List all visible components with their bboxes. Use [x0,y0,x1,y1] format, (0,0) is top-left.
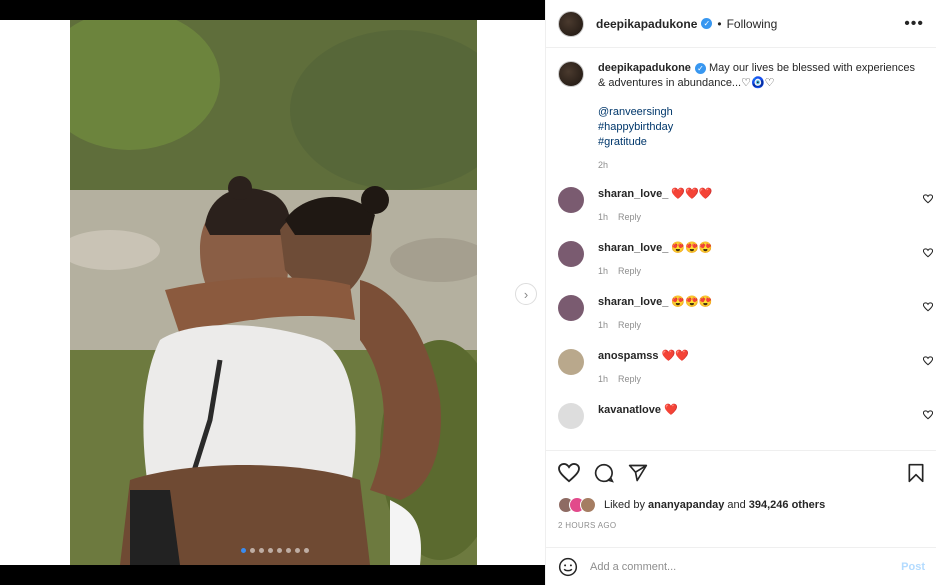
reply-button[interactable]: Reply [618,212,641,222]
comment-like-heart-icon[interactable] [923,356,933,366]
emoji-icon[interactable] [558,557,578,577]
comment-icon[interactable] [594,463,614,483]
post-photo[interactable] [70,20,477,565]
comment-meta: 1h Reply [598,264,712,279]
carousel-dot [277,548,282,553]
likes-count[interactable]: 394,246 others [749,499,825,511]
commenter-username[interactable]: sharan_love_ [598,188,668,200]
comment-body: sharan_love_ 😍😍😍 1h Reply [598,241,712,279]
comment-row: sharan_love_ ❤️❤️❤️ 1h Reply [546,187,936,225]
share-icon[interactable] [628,463,648,483]
reply-button[interactable]: Reply [618,266,641,276]
comment-like-heart-icon[interactable] [923,410,933,420]
caption-avatar[interactable] [558,61,584,87]
mention-link[interactable]: @ranveersingh [598,105,918,120]
media-pane: › [0,20,545,565]
add-comment-bar: Post [546,547,936,585]
caption-username[interactable]: deepikapadukone [598,62,691,74]
header-separator: • [717,16,722,31]
comment-row: anospamss ❤️❤️ 1h Reply [546,349,936,387]
bookmark-icon[interactable] [907,463,925,483]
reply-button[interactable]: Reply [618,320,641,330]
commenter-avatar[interactable] [558,241,584,267]
carousel-dot [268,548,273,553]
carousel-dot [304,548,309,553]
hashtag-link[interactable]: #gratitude [598,135,918,150]
comment-meta [598,426,678,441]
comment-body: anospamss ❤️❤️ 1h Reply [598,349,689,387]
comment-body: sharan_love_ ❤️❤️❤️ 1h Reply [598,187,712,225]
likes-summary: Liked by ananyapanday and 394,246 others [558,497,925,513]
post-actions: Liked by ananyapanday and 394,246 others… [546,450,936,530]
more-options-icon[interactable]: ••• [904,15,924,33]
carousel-dot [259,548,264,553]
comment-body: sharan_love_ 😍😍😍 1h Reply [598,295,712,333]
commenter-username[interactable]: sharan_love_ [598,242,668,254]
comment-body: kavanatlove ❤️ [598,403,678,441]
carousel-dot [286,548,291,553]
post-comment-button[interactable]: Post [901,561,925,573]
comment-text: ❤️❤️❤️ [671,188,713,200]
comment-time: 1h [598,320,609,330]
next-slide-button[interactable]: › [515,283,537,305]
commenter-username[interactable]: anospamss [598,350,659,362]
comment-time: 1h [598,374,609,384]
carousel-dot [250,548,255,553]
instagram-post-window: › deepikapadukone ✓ • Following ••• deep… [0,0,936,585]
carousel-indicator [241,548,309,553]
comment-text: ❤️ [664,404,678,416]
liker-avatars [558,497,600,513]
likes-joiner: and [727,499,746,511]
liker-avatar [580,497,596,513]
comment-text: 😍😍😍 [671,296,713,308]
comment-row: sharan_love_ 😍😍😍 1h Reply [546,295,936,333]
action-icons [558,463,925,483]
caption-time: 2h [598,160,609,170]
carousel-dot [241,548,246,553]
caption: deepikapadukone ✓ May our lives be blesse… [546,49,936,173]
comment-time: 1h [598,212,609,222]
author-avatar[interactable] [558,10,584,37]
hashtag-link[interactable]: #happybirthday [598,120,918,135]
liker-username[interactable]: ananyapanday [648,499,724,511]
comment-meta: 1h Reply [598,372,689,387]
comment-input[interactable] [590,560,902,573]
comment-text: 😍😍😍 [671,242,713,254]
like-heart-icon[interactable] [558,463,580,483]
verified-badge-icon: ✓ [694,63,706,74]
verified-badge-icon: ✓ [701,18,713,29]
commenter-avatar[interactable] [558,295,584,321]
comment-meta: 1h Reply [598,318,712,333]
comment-meta: 1h Reply [598,210,712,225]
commenter-username[interactable]: sharan_love_ [598,296,668,308]
comment-like-heart-icon[interactable] [923,248,933,258]
post-sidebar: deepikapadukone ✓ • Following ••• deepik… [545,0,936,585]
following-button[interactable]: Following [727,17,778,31]
photo-illustration [70,20,477,565]
comment-like-heart-icon[interactable] [923,302,933,312]
comment-row: kavanatlove ❤️ [546,403,936,441]
likes-prefix: Liked by [604,499,645,511]
commenter-avatar[interactable] [558,403,584,429]
posted-time: 2 HOURS AGO [558,521,617,530]
caption-body: deepikapadukone ✓ May our lives be blesse… [598,61,918,173]
post-header: deepikapadukone ✓ • Following ••• [546,0,936,48]
commenter-avatar[interactable] [558,349,584,375]
commenter-avatar[interactable] [558,187,584,213]
chevron-right-icon: › [523,286,529,302]
comment-time: 1h [598,266,609,276]
comment-like-heart-icon[interactable] [923,194,933,204]
author-username[interactable]: deepikapadukone [596,17,697,31]
reply-button[interactable]: Reply [618,374,641,384]
comment-row: sharan_love_ 😍😍😍 1h Reply [546,241,936,279]
comment-text: ❤️❤️ [661,350,689,362]
comments-scroll[interactable]: deepikapadukone ✓ May our lives be blesse… [546,49,936,450]
carousel-dot [295,548,300,553]
commenter-username[interactable]: kavanatlove [598,404,661,416]
comment-list: sharan_love_ ❤️❤️❤️ 1h Reply sharan_love_ 😍… [546,187,936,441]
